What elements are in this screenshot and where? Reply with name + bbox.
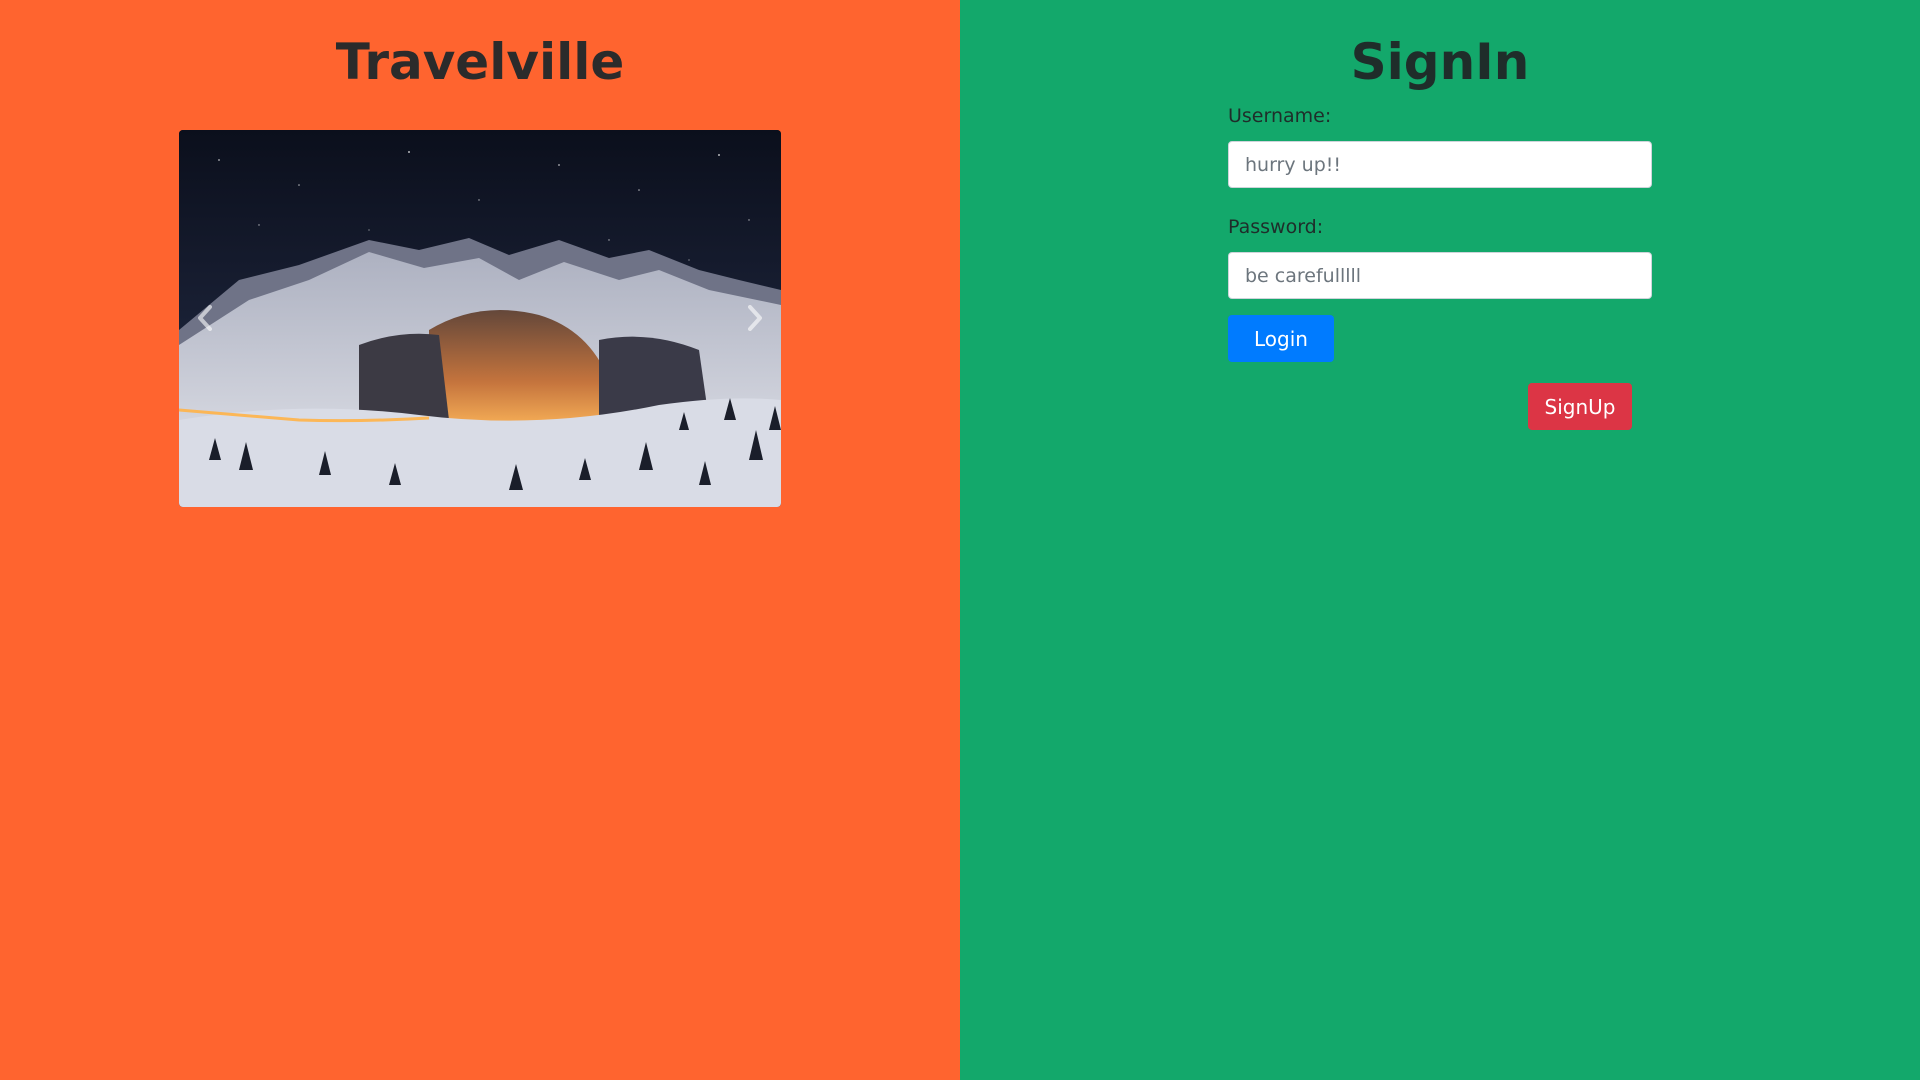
password-group: Password: [1228,215,1652,299]
username-label: Username: [1228,105,1332,127]
image-carousel [179,130,781,507]
signin-title: SignIn [1350,33,1530,91]
page: Travelville SignIn Username: hurry up!! … [0,0,1920,1080]
brand-title: Travelville [335,33,625,91]
login-button[interactable]: Login [1228,315,1334,362]
password-label: Password: [1228,216,1324,238]
signup-button[interactable]: SignUp [1528,383,1632,430]
carousel-next-control[interactable] [735,290,775,346]
carousel-slide-image [179,130,781,507]
chevron-left-icon [198,305,212,331]
signin-panel: SignIn Username: Password: [960,0,1920,1080]
brand-panel: Travelville [0,0,960,1080]
username-group: Username: [1228,104,1652,188]
chevron-right-icon [748,305,762,331]
username-input[interactable] [1228,141,1652,188]
signin-form: Username: Password: [1228,100,1652,299]
carousel-prev-control[interactable] [185,290,225,346]
password-input[interactable] [1228,252,1652,299]
